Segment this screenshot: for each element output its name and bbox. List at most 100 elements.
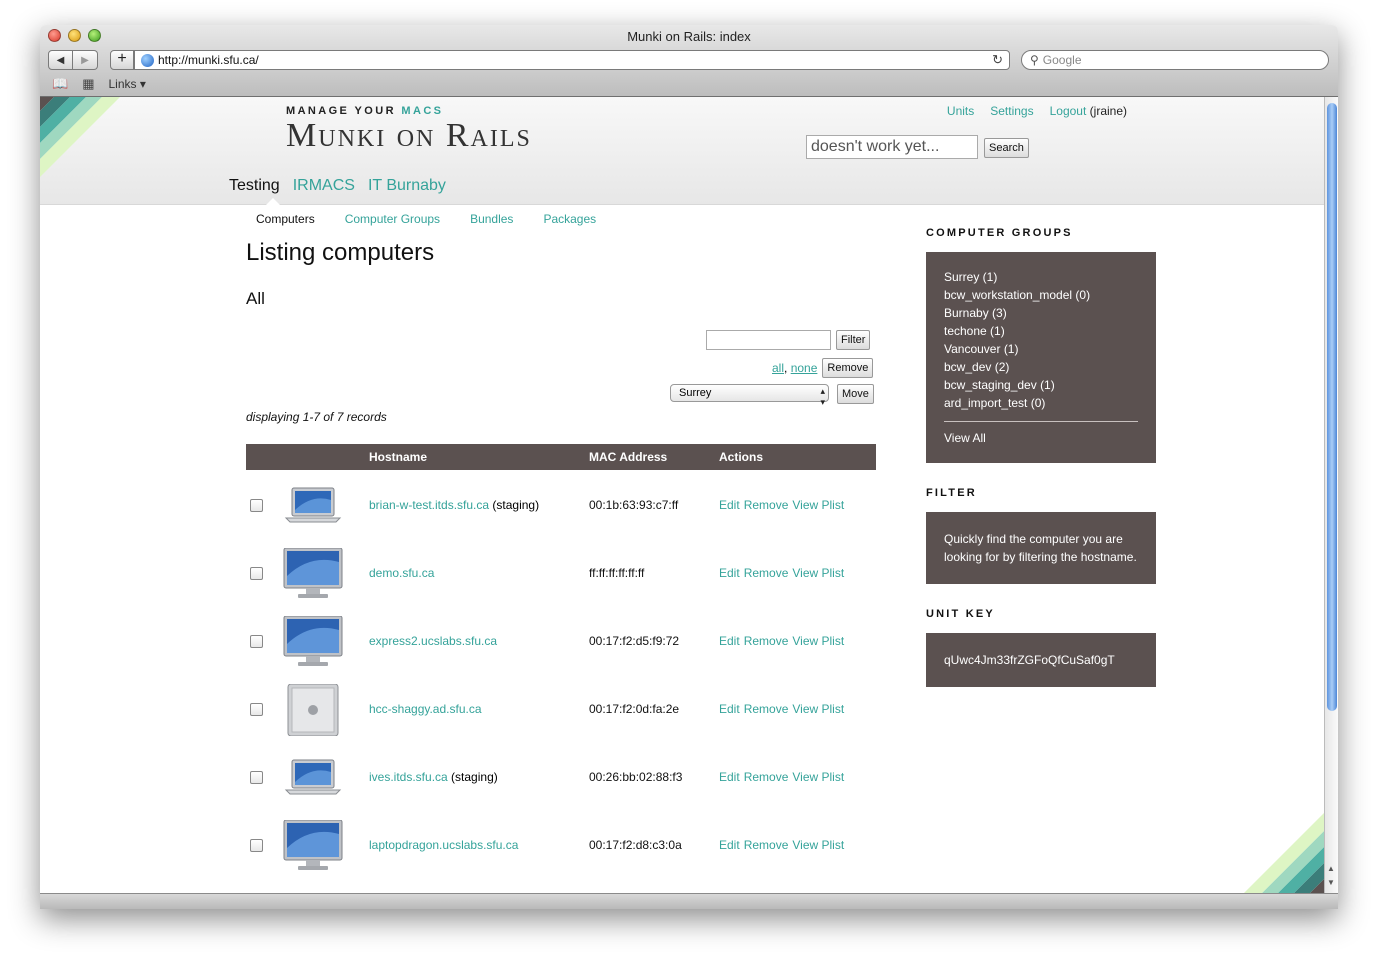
filter-help-text: Quickly find the computer you are lookin… bbox=[944, 532, 1137, 564]
select-none-link[interactable]: none bbox=[791, 361, 818, 375]
row-actions: Edit Remove View Plist bbox=[719, 566, 844, 580]
grid-icon[interactable]: ▦ bbox=[82, 76, 94, 92]
row-checkbox[interactable] bbox=[250, 499, 263, 512]
hostname-link[interactable]: laptopdragon.ucslabs.sfu.ca bbox=[369, 838, 518, 852]
row-checkbox[interactable] bbox=[250, 703, 263, 716]
history-buttons: ◀ ▶ bbox=[48, 50, 98, 70]
scroll-up-arrow[interactable]: ▲ bbox=[1327, 864, 1335, 873]
row-actions: Edit Remove View Plist bbox=[719, 770, 844, 784]
group-select-value: Surrey bbox=[679, 387, 712, 399]
url-text: http://munki.sfu.ca/ bbox=[158, 53, 259, 67]
filter-heading: FILTER bbox=[926, 487, 977, 499]
mac-pro-icon bbox=[282, 683, 344, 737]
edit-link[interactable]: Edit bbox=[719, 838, 740, 852]
hostname-cell: brian-w-test.itds.sfu.ca (staging) bbox=[369, 498, 539, 512]
scroll-thumb[interactable] bbox=[1327, 103, 1337, 711]
group-select[interactable]: Surrey ▴ ▾ bbox=[670, 384, 829, 407]
vertical-scrollbar[interactable]: ▲ ▼ bbox=[1324, 97, 1338, 893]
site-logo[interactable]: Munki on Rails bbox=[286, 117, 532, 155]
group-item[interactable]: techone (1) bbox=[944, 324, 1138, 342]
remove-selected-button[interactable]: Remove bbox=[822, 358, 874, 378]
group-item[interactable]: Burnaby (3) bbox=[944, 306, 1138, 324]
tab-it-burnaby[interactable]: IT Burnaby bbox=[368, 177, 446, 195]
add-bookmark-button[interactable]: + bbox=[110, 50, 134, 70]
tab-irmacs[interactable]: IRMACS bbox=[293, 177, 355, 195]
group-item[interactable]: bcw_dev (2) bbox=[944, 360, 1138, 378]
mac-address: 00:1b:63:93:c7:ff bbox=[589, 498, 679, 512]
mac-address: 00:17:f2:d8:c3:0a bbox=[589, 838, 682, 852]
sidebar: COMPUTER GROUPS Surrey (1) bcw_workstatio… bbox=[926, 227, 1156, 711]
nav-computer-groups[interactable]: Computer Groups bbox=[345, 212, 440, 226]
remove-link[interactable]: Remove bbox=[744, 498, 789, 512]
mac-address: 00:17:f2:0d:fa:2e bbox=[589, 702, 680, 716]
records-count: displaying 1-7 of 7 records bbox=[246, 410, 387, 424]
tab-testing[interactable]: Testing bbox=[229, 177, 280, 195]
row-actions: Edit Remove View Plist bbox=[719, 838, 844, 852]
username: (jraine) bbox=[1089, 104, 1127, 118]
settings-link[interactable]: Settings bbox=[990, 104, 1033, 118]
nav-packages[interactable]: Packages bbox=[543, 212, 596, 226]
logout-link[interactable]: Logout bbox=[1050, 104, 1087, 118]
scroll-down-arrow[interactable]: ▼ bbox=[1327, 878, 1335, 887]
edit-link[interactable]: Edit bbox=[719, 498, 740, 512]
view-all-link[interactable]: View All bbox=[944, 431, 1138, 445]
group-item[interactable]: ard_import_test (0) bbox=[944, 396, 1138, 414]
filter-button[interactable]: Filter bbox=[836, 330, 871, 350]
hostname-link[interactable]: demo.sfu.ca bbox=[369, 566, 434, 580]
view-plist-link[interactable]: View Plist bbox=[792, 838, 844, 852]
browser-search-field[interactable]: ⚲ Google bbox=[1021, 50, 1329, 70]
group-item[interactable]: Vancouver (1) bbox=[944, 342, 1138, 360]
hostname-link[interactable]: hcc-shaggy.ad.sfu.ca bbox=[369, 702, 482, 716]
site-header: MANAGE YOUR MACS Munki on Rails Units Se… bbox=[40, 97, 1324, 205]
row-checkbox[interactable] bbox=[250, 839, 263, 852]
account-links: Units Settings Logout (jraine) bbox=[947, 104, 1127, 118]
section-nav: Computers Computer Groups Bundles Packag… bbox=[256, 212, 596, 226]
book-icon[interactable]: 📖 bbox=[52, 76, 68, 92]
filter-input[interactable] bbox=[706, 330, 831, 350]
view-plist-link[interactable]: View Plist bbox=[792, 634, 844, 648]
address-bar[interactable]: http://munki.sfu.ca/ ↻ bbox=[134, 50, 1010, 70]
decorative-stripes bbox=[40, 97, 120, 177]
group-item[interactable]: Surrey (1) bbox=[944, 270, 1138, 288]
view-plist-link[interactable]: View Plist bbox=[792, 702, 844, 716]
hostname-link[interactable]: express2.ucslabs.sfu.ca bbox=[369, 634, 497, 648]
remove-link[interactable]: Remove bbox=[744, 838, 789, 852]
edit-link[interactable]: Edit bbox=[719, 634, 740, 648]
staging-note: (staging) bbox=[451, 770, 498, 784]
site-search-input[interactable] bbox=[806, 135, 978, 159]
imac-icon bbox=[282, 547, 344, 600]
row-checkbox[interactable] bbox=[250, 771, 263, 784]
remove-link[interactable]: Remove bbox=[744, 702, 789, 716]
nav-computers[interactable]: Computers bbox=[256, 212, 315, 226]
units-link[interactable]: Units bbox=[947, 104, 974, 118]
remove-link[interactable]: Remove bbox=[744, 634, 789, 648]
groups-heading: COMPUTER GROUPS bbox=[926, 227, 1073, 239]
decorative-stripes-bottom bbox=[1244, 813, 1324, 893]
macbook-icon bbox=[282, 480, 344, 532]
group-item[interactable]: bcw_workstation_model (0) bbox=[944, 288, 1138, 306]
edit-link[interactable]: Edit bbox=[719, 770, 740, 784]
hostname-link[interactable]: brian-w-test.itds.sfu.ca bbox=[369, 498, 489, 512]
remove-link[interactable]: Remove bbox=[744, 566, 789, 580]
edit-link[interactable]: Edit bbox=[719, 566, 740, 580]
forward-button[interactable]: ▶ bbox=[73, 50, 98, 70]
remove-link[interactable]: Remove bbox=[744, 770, 789, 784]
view-plist-link[interactable]: View Plist bbox=[792, 498, 844, 512]
select-all-link[interactable]: all bbox=[772, 361, 784, 375]
group-item[interactable]: bcw_staging_dev (1) bbox=[944, 378, 1138, 396]
row-actions: Edit Remove View Plist bbox=[719, 634, 844, 648]
view-plist-link[interactable]: View Plist bbox=[792, 770, 844, 784]
site-search-button[interactable]: Search bbox=[984, 138, 1029, 158]
macbook-icon bbox=[282, 752, 344, 804]
back-button[interactable]: ◀ bbox=[48, 50, 73, 70]
mac-address: ff:ff:ff:ff:ff:ff bbox=[589, 566, 645, 580]
links-menu[interactable]: Links ▾ bbox=[108, 77, 145, 91]
view-plist-link[interactable]: View Plist bbox=[792, 566, 844, 580]
nav-bundles[interactable]: Bundles bbox=[470, 212, 513, 226]
row-checkbox[interactable] bbox=[250, 635, 263, 648]
move-button[interactable]: Move bbox=[837, 384, 874, 404]
reload-icon[interactable]: ↻ bbox=[992, 52, 1003, 68]
edit-link[interactable]: Edit bbox=[719, 702, 740, 716]
row-checkbox[interactable] bbox=[250, 567, 263, 580]
hostname-link[interactable]: ives.itds.sfu.ca bbox=[369, 770, 448, 784]
